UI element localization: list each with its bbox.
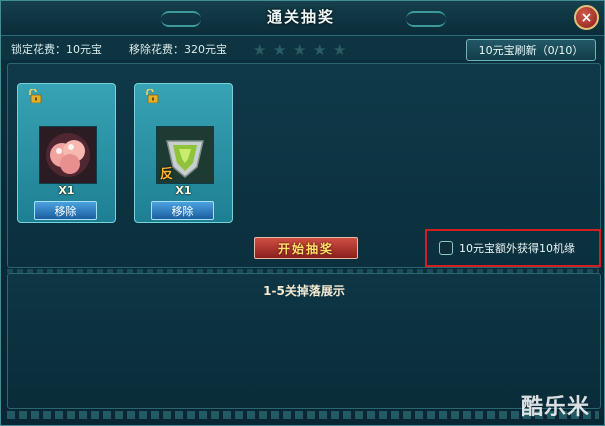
star-icon: ★: [293, 41, 307, 59]
drop-display-title: 1-5关掉落展示: [263, 284, 345, 298]
item-slot[interactable]: [39, 126, 97, 184]
extra-chance-label: 10元宝额外获得10机缘: [459, 242, 575, 255]
drop-display-panel: 1-5关掉落展示: [7, 273, 601, 409]
star-icon: ★: [313, 41, 327, 59]
refresh-button[interactable]: 10元宝刷新（0/10）: [466, 39, 596, 61]
star-icon: ★: [273, 41, 287, 59]
star-icon: ★: [253, 41, 267, 59]
item-quantity: X1: [175, 184, 192, 197]
star-icon: ★: [333, 41, 347, 59]
remove-button[interactable]: 移除: [151, 201, 214, 220]
close-button[interactable]: ×: [574, 5, 599, 30]
item-slot[interactable]: 反: [156, 126, 214, 184]
prize-card-2[interactable]: 反 X1 移除: [134, 83, 233, 223]
window-title: 通关抽奖: [266, 8, 335, 26]
prize-card-1[interactable]: X1 移除: [17, 83, 116, 223]
bottom-ornament: [7, 411, 599, 419]
remove-button[interactable]: 移除: [34, 201, 97, 220]
title-ornament-left: [161, 11, 201, 27]
close-icon: ×: [580, 9, 593, 26]
item-quantity: X1: [58, 184, 75, 197]
lock-cost-text: 锁定花费：10元宝: [11, 43, 102, 56]
title-bar: 通关抽奖 ×: [1, 1, 604, 36]
lottery-window: 通关抽奖 × 锁定花费：10元宝 移除花费：320元宝 ★ ★ ★ ★ ★ 10…: [0, 0, 605, 426]
pink-pearls-icon: [40, 127, 96, 183]
remove-cost-text: 移除花费：320元宝: [129, 43, 227, 56]
extra-chance-checkbox[interactable]: [439, 241, 453, 255]
open-lock-icon[interactable]: [26, 89, 42, 103]
title-ornament-right: [406, 11, 446, 27]
watermark-logo: 酷乐米: [521, 395, 591, 420]
item-badge: 反: [160, 167, 174, 182]
start-lottery-button[interactable]: 开始抽奖: [254, 237, 358, 259]
open-lock-icon[interactable]: [143, 89, 159, 103]
extra-chance-option[interactable]: 10元宝额外获得10机缘: [425, 229, 601, 267]
